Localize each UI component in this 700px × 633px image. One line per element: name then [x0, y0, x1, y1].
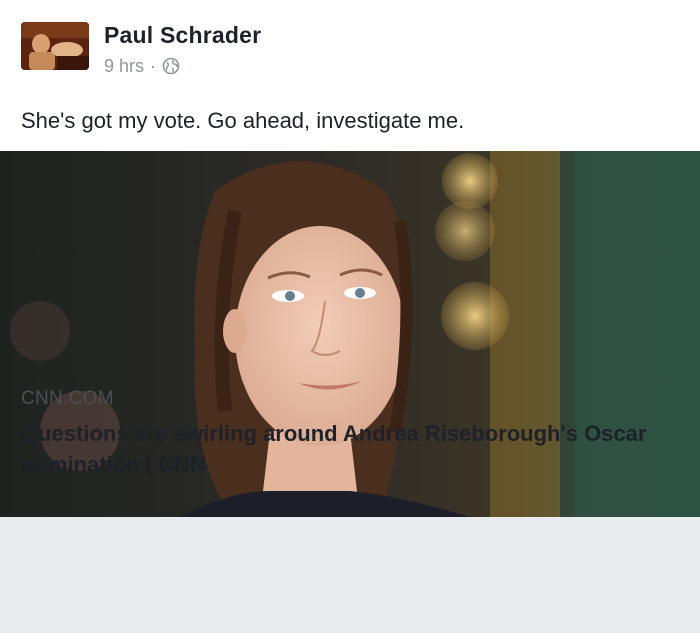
post-meta: 9 hrs ·: [104, 55, 180, 77]
post-text: She's got my vote. Go ahead, investigate…: [21, 108, 465, 133]
link-caption[interactable]: [0, 517, 700, 633]
link-title[interactable]: Questions are swirling around Andrea Ris…: [21, 418, 681, 480]
facebook-post: Paul Schrader 9 hrs · She's got my vote.…: [0, 0, 700, 633]
link-domain: CNN.COM: [21, 388, 114, 409]
meta-separator: ·: [150, 55, 157, 76]
post-timestamp[interactable]: 9 hrs: [104, 56, 144, 77]
post-header: Paul Schrader 9 hrs ·: [0, 0, 700, 90]
author-name[interactable]: Paul Schrader: [104, 22, 261, 49]
globe-icon[interactable]: [162, 57, 180, 75]
avatar[interactable]: [21, 22, 89, 70]
